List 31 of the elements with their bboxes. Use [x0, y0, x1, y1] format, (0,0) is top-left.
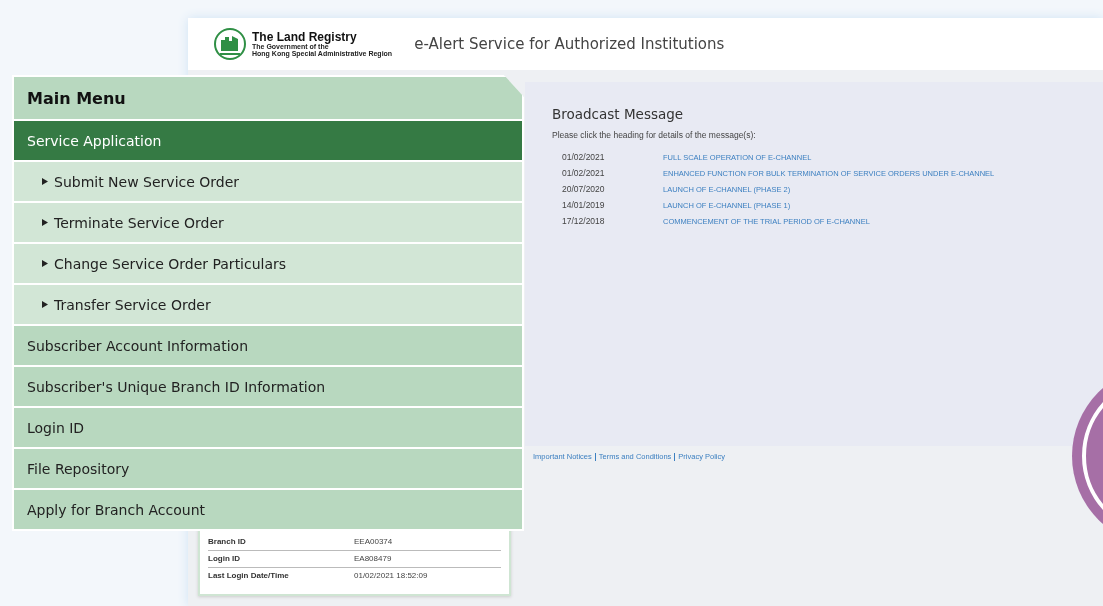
service-title: e-Alert Service for Authorized Institutions: [414, 35, 725, 53]
menu-item[interactable]: File Repository: [14, 449, 522, 488]
menu-item[interactable]: Change Service Order Particulars: [14, 244, 522, 283]
menu-item[interactable]: Login ID: [14, 408, 522, 447]
info-label: Login ID: [208, 554, 241, 563]
info-label: Last Login Date/Time: [208, 571, 290, 580]
triangle-bullet-icon: [42, 178, 48, 185]
message-date: 20/07/2020: [562, 184, 606, 194]
building-logo-icon: [214, 28, 246, 60]
message-date: 01/02/2021: [562, 152, 606, 162]
menu-item[interactable]: Apply for Branch Account: [14, 490, 522, 529]
menu-item[interactable]: Terminate Service Order: [14, 203, 522, 242]
info-value: 01/02/2021 18:52:09: [354, 571, 429, 580]
menu-item[interactable]: Submit New Service Order: [14, 162, 522, 201]
menu-item[interactable]: Service Application: [14, 121, 522, 160]
panel-title: Broadcast Message: [552, 106, 685, 122]
menu-item[interactable]: Transfer Service Order: [14, 285, 522, 324]
message-date: 17/12/2018: [562, 216, 606, 226]
triangle-bullet-icon: [42, 301, 48, 308]
instruction-text: Please click the heading for details of the message(s):: [552, 130, 757, 140]
info-value: EA808479: [354, 554, 393, 563]
menu-item[interactable]: Subscriber's Unique Branch ID Information: [14, 367, 522, 406]
org-name: The Land Registry: [252, 31, 358, 43]
info-value: EEA00374: [354, 537, 394, 546]
menu-title: Main Menu: [27, 88, 126, 108]
message-date: 01/02/2021: [562, 168, 606, 178]
info-label: Branch ID: [208, 537, 247, 546]
menu-item[interactable]: Subscriber Account Information: [14, 326, 522, 365]
triangle-bullet-icon: [42, 260, 48, 267]
message-date: 14/01/2019: [562, 200, 606, 210]
triangle-bullet-icon: [42, 219, 48, 226]
